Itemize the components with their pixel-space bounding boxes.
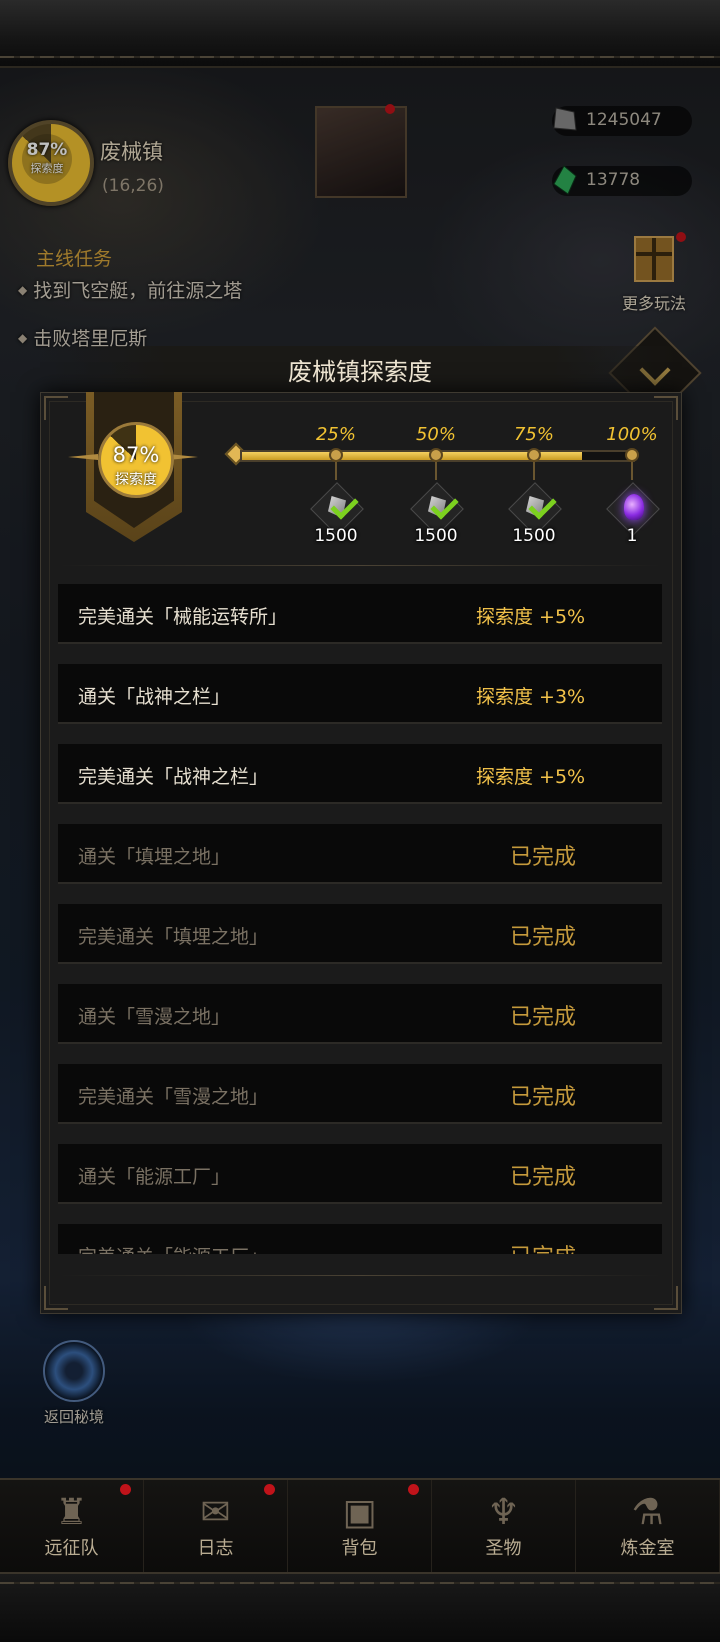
frame-corner: [44, 1286, 68, 1310]
divider: [60, 1275, 660, 1276]
milestone-pct-label: 25%: [315, 424, 356, 445]
task-reward: 探索度 +3%: [476, 686, 586, 708]
milestone-pct-label: 100%: [606, 424, 658, 445]
notification-dot: [408, 1484, 419, 1495]
task-status: 已完成: [510, 1239, 576, 1254]
frame-corner: [654, 1286, 678, 1310]
task-row[interactable]: 完美通关「能源工厂」 已完成: [58, 1224, 662, 1254]
chalice-icon: ♆: [487, 1492, 520, 1533]
divider: [60, 565, 660, 566]
bag-icon: ▣: [342, 1492, 377, 1533]
nav-item[interactable]: ✉ 日志: [144, 1480, 288, 1574]
milestone-stem: [435, 462, 437, 480]
milestone-reward[interactable]: 1500: [406, 482, 466, 546]
alchemy-icon: ⚗: [631, 1492, 664, 1533]
frame-corner: [44, 396, 68, 420]
frame-corner: [654, 396, 678, 420]
nav-item[interactable]: ▣ 背包: [288, 1480, 432, 1574]
task-row[interactable]: 通关「战神之栏」 探索度 +3%: [58, 664, 662, 724]
milestone-stem: [533, 462, 535, 480]
scroll-icon: ✉: [200, 1492, 231, 1533]
task-reward: 探索度 +5%: [476, 606, 586, 628]
milestone-pct-label: 50%: [415, 424, 456, 445]
nav-item-label: 背包: [341, 1538, 378, 1559]
task-list[interactable]: 完美通关「械能运转所」 探索度 +5% 通关「战神之栏」 探索度 +3% 完美通关「战神…: [58, 584, 662, 1254]
nav-item-label: 远征队: [44, 1538, 99, 1559]
task-name: 完美通关「雪漫之地」: [78, 1086, 269, 1108]
notification-dot: [264, 1484, 275, 1495]
task-name: 完美通关「能源工厂」: [78, 1242, 268, 1254]
reward-quantity: 1500: [314, 526, 358, 546]
nav-item-label: 日志: [197, 1538, 234, 1559]
task-row[interactable]: 通关「雪漫之地」 已完成: [58, 984, 662, 1044]
task-name: 通关「雪漫之地」: [78, 1006, 231, 1028]
nav-item[interactable]: ♜ 远征队: [0, 1480, 144, 1574]
bottom-frame: [0, 1572, 720, 1642]
task-name: 通关「战神之栏」: [78, 686, 231, 708]
task-name: 通关「填埋之地」: [78, 846, 231, 868]
milestone-reward[interactable]: 1: [602, 482, 662, 546]
milestone-stem: [631, 462, 633, 480]
milestone-stem: [335, 462, 337, 480]
bottom-nav: ♜ 远征队 ✉ 日志 ▣ 背包 ♆ 圣物 ⚗ 炼金室: [0, 1478, 720, 1574]
task-row[interactable]: 通关「能源工厂」 已完成: [58, 1144, 662, 1204]
task-status: 已完成: [510, 1005, 577, 1030]
task-status: 已完成: [510, 1165, 577, 1190]
reward-quantity: 1500: [512, 526, 556, 546]
explore-pct: 87%: [112, 443, 160, 467]
reward-quantity: 1500: [414, 526, 458, 546]
top-frame: [0, 0, 720, 68]
task-reward: 探索度 +5%: [476, 766, 586, 788]
milestone-reward[interactable]: 1500: [306, 482, 366, 546]
task-row[interactable]: 完美通关「填埋之地」 已完成: [58, 904, 662, 964]
task-status: 已完成: [510, 845, 577, 870]
nav-item[interactable]: ♆ 圣物: [432, 1480, 576, 1574]
reward-quantity: 1: [626, 526, 638, 546]
task-status: 已完成: [510, 925, 577, 950]
task-name: 完美通关「械能运转所」: [78, 606, 288, 628]
notification-dot: [120, 1484, 131, 1495]
task-name: 通关「能源工厂」: [78, 1166, 231, 1188]
task-row[interactable]: 完美通关「战神之栏」 探索度 +5%: [58, 744, 662, 804]
milestone-node: [625, 448, 639, 462]
task-row[interactable]: 完美通关「械能运转所」 探索度 +5%: [58, 584, 662, 644]
task-status: 已完成: [510, 1085, 577, 1110]
milestone-pct-label: 75%: [513, 424, 554, 445]
purple-gem-icon: [624, 494, 644, 520]
nav-item-label: 圣物: [485, 1538, 522, 1559]
task-row[interactable]: 完美通关「雪漫之地」 已完成: [58, 1064, 662, 1124]
milestone-node: [527, 448, 541, 462]
helmet-icon: ♜: [55, 1492, 88, 1533]
nav-item[interactable]: ⚗ 炼金室: [576, 1480, 720, 1574]
nav-item-label: 炼金室: [620, 1538, 675, 1559]
task-name: 完美通关「填埋之地」: [78, 926, 269, 948]
milestone-node: [429, 448, 443, 462]
task-name: 完美通关「战神之栏」: [78, 766, 269, 788]
milestone-node: [329, 448, 343, 462]
task-row[interactable]: 通关「填埋之地」 已完成: [58, 824, 662, 884]
explore-progress-badge: 87% 探索度: [98, 422, 174, 498]
explore-label: 探索度: [115, 472, 157, 488]
milestone-reward[interactable]: 1500: [504, 482, 564, 546]
modal-title: 废械镇探索度: [288, 358, 432, 386]
